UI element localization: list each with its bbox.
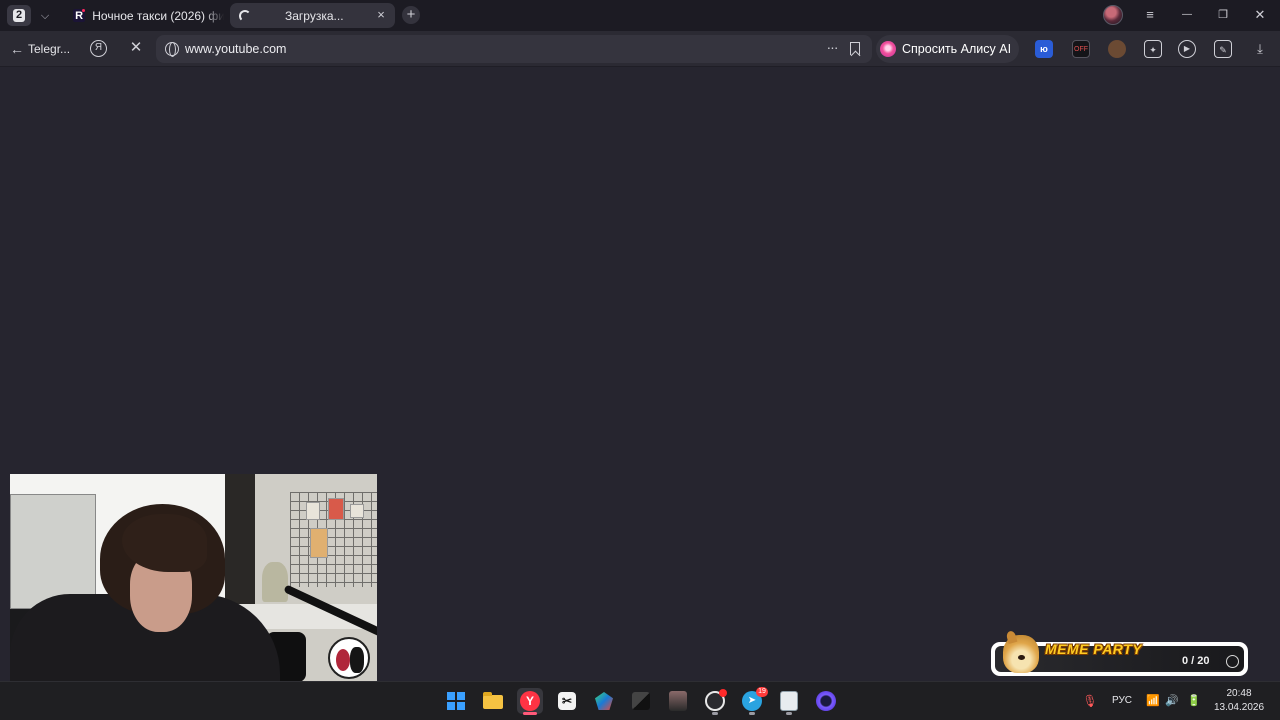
meme-party-counter: 0 / 20 xyxy=(1182,655,1210,667)
taskbar-dark-app[interactable] xyxy=(628,688,654,714)
windows-taskbar: Y ✂ ➤ 19 🎙 РУС 📶 🔊 🔋 20:48 13.04.2026 xyxy=(0,681,1280,720)
windows-icon xyxy=(447,692,465,710)
streamer-logo xyxy=(328,637,370,679)
ask-alice-button[interactable]: Спросить Алису AI xyxy=(876,35,1019,63)
yandex-browser-icon: Y xyxy=(520,691,540,711)
recording-badge xyxy=(719,689,727,697)
restore-button[interactable]: ❐ xyxy=(1213,6,1233,24)
loading-spinner-icon xyxy=(239,9,251,22)
close-window-button[interactable]: ✕ xyxy=(1250,6,1270,24)
battery-icon[interactable]: 🔋 xyxy=(1186,693,1202,709)
address-bar[interactable]: www.youtube.com ··· xyxy=(156,35,872,63)
start-button[interactable] xyxy=(443,688,469,714)
chevron-down-icon[interactable]: ⌵ xyxy=(36,7,54,25)
tab-night-taxi[interactable]: R Ночное такси (2026) фил xyxy=(66,3,224,28)
webcam-photo xyxy=(350,504,364,518)
notes-extension-icon[interactable]: ✎ xyxy=(1214,40,1232,58)
folder-icon xyxy=(483,692,503,709)
taskbar-game[interactable] xyxy=(665,688,691,714)
arrow-left-icon: ← xyxy=(10,41,24,57)
url-text[interactable]: www.youtube.com xyxy=(185,42,286,56)
puzzle-extension-icon[interactable]: ✦ xyxy=(1144,40,1162,58)
globe-icon xyxy=(1226,655,1239,668)
taskbar-telegram[interactable]: ➤ 19 xyxy=(739,687,768,715)
running-indicator xyxy=(712,712,718,715)
back-button[interactable]: ← Telegr... xyxy=(10,40,70,58)
taskbar-file-explorer[interactable] xyxy=(480,688,506,714)
clock-time: 20:48 xyxy=(1226,688,1252,699)
language-indicator[interactable]: РУС xyxy=(1112,695,1132,706)
close-tab-icon[interactable]: × xyxy=(374,8,388,22)
tab-strip: 2 ⌵ R Ночное такси (2026) фил Загрузка..… xyxy=(0,0,1280,31)
capcut-icon: ✂ xyxy=(558,692,576,710)
navigation-bar: ← Telegr... Я ✕ www.youtube.com ··· Спро… xyxy=(0,31,1280,67)
tab-counter-button[interactable]: 2 xyxy=(7,5,31,26)
taskbar-capcut[interactable]: ✂ xyxy=(554,688,580,714)
webcam-overlay xyxy=(10,474,377,681)
telegram-unread-badge: 19 xyxy=(756,687,768,697)
webcam-photo xyxy=(310,528,328,558)
microphone-icon[interactable]: 🎙 xyxy=(1082,693,1098,709)
running-indicator xyxy=(786,712,792,715)
globe-icon[interactable] xyxy=(165,42,179,57)
tab-counter-value: 2 xyxy=(12,9,26,22)
running-indicator xyxy=(749,712,755,715)
dark-app-icon xyxy=(632,692,650,710)
wifi-icon[interactable]: 📶 xyxy=(1145,693,1161,709)
minimize-button[interactable]: — xyxy=(1177,6,1197,24)
back-button-label: Telegr... xyxy=(28,42,71,56)
yandex-button[interactable]: Я xyxy=(90,40,107,57)
ask-alice-label: Спросить Алису AI xyxy=(902,42,1012,56)
stop-loading-icon[interactable]: ✕ xyxy=(127,39,145,57)
volume-icon[interactable]: 🔊 xyxy=(1164,693,1180,709)
webcam-photo xyxy=(306,502,320,520)
alice-icon xyxy=(880,41,896,57)
alice-app-icon xyxy=(816,691,836,711)
video-extension-icon[interactable]: ▶ xyxy=(1178,40,1196,58)
webcam-figurine xyxy=(262,562,288,602)
more-dots-icon[interactable]: ··· xyxy=(823,40,841,58)
meme-party-title: MEME PARTY xyxy=(1045,641,1143,657)
tab-title: Ночное такси (2026) фил xyxy=(92,8,224,23)
webcam-background-panel xyxy=(10,494,96,609)
doge-icon xyxy=(1003,635,1039,673)
menu-icon[interactable]: ≡ xyxy=(1140,6,1160,24)
system-clock[interactable]: 20:48 13.04.2026 xyxy=(1210,687,1268,715)
off-extension-icon[interactable]: OFF xyxy=(1072,40,1090,58)
shield-app-icon xyxy=(780,691,798,711)
taskbar-shield-app[interactable] xyxy=(776,688,802,715)
rezka-icon: R xyxy=(73,9,86,22)
clock-date: 13.04.2026 xyxy=(1213,702,1265,713)
bookmark-icon[interactable] xyxy=(850,42,860,55)
vk-extension-icon[interactable]: ю xyxy=(1035,40,1053,58)
taskbar-yandex-browser[interactable]: Y xyxy=(517,688,543,715)
profile-avatar[interactable] xyxy=(1103,5,1123,25)
taskbar-obs[interactable] xyxy=(702,688,728,715)
new-tab-button[interactable]: + xyxy=(402,6,420,24)
taskbar-gem-app[interactable] xyxy=(591,688,617,714)
running-indicator xyxy=(523,712,537,715)
taskbar-alice[interactable] xyxy=(813,688,839,714)
tab-title: Загрузка... xyxy=(285,8,344,23)
bear-extension-icon[interactable] xyxy=(1108,40,1126,58)
webcam-photo xyxy=(328,498,344,520)
download-icon[interactable]: ⤓ xyxy=(1251,40,1269,58)
game-icon xyxy=(669,691,687,711)
tab-loading[interactable]: Загрузка... × xyxy=(230,3,395,28)
gem-app-icon xyxy=(595,692,613,710)
